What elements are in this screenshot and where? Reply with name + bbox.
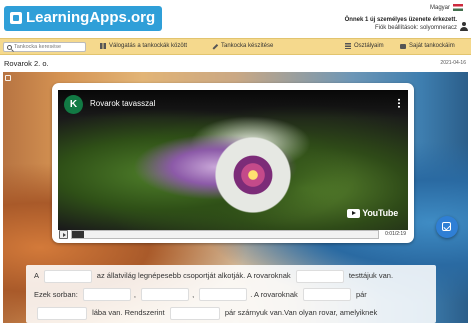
language-selector[interactable]: Magyar — [430, 4, 463, 11]
youtube-play-icon — [347, 208, 361, 218]
play-button[interactable] — [59, 230, 68, 239]
class-icon — [345, 43, 351, 49]
nav-create-app-label: Tankocka készítése — [221, 43, 274, 49]
cloze-text: . A rovaroknak — [250, 289, 298, 299]
checkmark-icon — [442, 222, 451, 231]
video-controls: 0:01/2:19 — [58, 229, 408, 240]
user-icon[interactable] — [460, 22, 468, 31]
nav-create-app[interactable]: Tankocka készítése — [211, 42, 274, 50]
main-navbar: Tankocka keresése Válogatás a tankockák … — [0, 38, 471, 55]
youtube-video[interactable]: K Rovarok tavasszal YouTube — [58, 90, 408, 230]
cloze-text: pár szárnyuk van.Van olyan rovar, amelyi… — [224, 308, 378, 317]
answer-gap[interactable] — [82, 288, 131, 302]
cloze-line-3: lába van. Rendszerint pár szárnyuk van.V… — [34, 304, 428, 323]
answer-gap[interactable] — [302, 288, 351, 302]
pencil-icon — [211, 42, 219, 50]
answer-gap[interactable] — [169, 306, 220, 320]
video-frame-flower — [208, 130, 298, 220]
cloze-text: A — [34, 271, 39, 280]
video-time: 0:01/2:19 — [385, 231, 406, 237]
search-placeholder: Tankocka keresése — [14, 44, 62, 50]
cloze-text: Ezek sorban: — [34, 289, 78, 299]
cloze-text: , — [192, 289, 195, 299]
hungarian-flag-icon — [453, 4, 463, 11]
answer-gap[interactable] — [295, 269, 344, 283]
logo-text: LearningApps.org — [26, 9, 156, 26]
nav-my-classes[interactable]: Osztályaim — [345, 43, 384, 49]
cloze-text: az állatvilág legnépesebb csoportját alk… — [96, 271, 291, 280]
nav-browse-apps-label: Válogatás a tankockák között — [109, 43, 188, 49]
answer-gap[interactable] — [199, 288, 248, 302]
nav-my-apps[interactable]: Saját tankockáim — [400, 43, 455, 49]
more-options-icon[interactable] — [398, 98, 400, 108]
cloze-text-panel: A az állatvilág legnépesebb csoportját a… — [26, 265, 436, 323]
nav-browse-apps[interactable]: Válogatás a tankockák között — [100, 43, 187, 49]
page-title: Rovarok 2. o. — [4, 59, 49, 68]
app-stage: K Rovarok tavasszal YouTube 0:01/2:19 A … — [3, 72, 468, 323]
check-answers-button[interactable] — [436, 216, 458, 238]
search-input[interactable]: Tankocka keresése — [3, 42, 86, 52]
app-date: 2021-04-16 — [440, 60, 466, 66]
cloze-text: lába van. Rendszerint — [92, 308, 165, 317]
answer-gap[interactable] — [43, 269, 92, 283]
logo-mark-icon — [10, 12, 22, 24]
site-header: LearningApps.org Magyar Önnek 1 új szemé… — [0, 0, 471, 38]
app-title-row: Rovarok 2. o. 2021-04-16 — [0, 56, 471, 72]
answer-gap[interactable] — [37, 306, 87, 320]
nav-my-apps-label: Saját tankockáim — [409, 43, 455, 49]
learningapps-logo[interactable]: LearningApps.org — [4, 6, 162, 31]
cloze-text: pár — [355, 289, 367, 299]
cloze-line-1: A az állatvilág legnépesebb csoportját a… — [34, 267, 428, 286]
nav-my-classes-label: Osztályaim — [354, 43, 384, 49]
answer-gap[interactable] — [141, 288, 190, 302]
video-progress-bar[interactable] — [71, 230, 379, 239]
youtube-logo[interactable]: YouTube — [347, 208, 398, 218]
folder-icon — [400, 43, 406, 49]
youtube-brand: YouTube — [362, 208, 398, 218]
grid-icon — [100, 43, 106, 49]
channel-avatar[interactable]: K — [64, 95, 83, 114]
video-progress-fill — [72, 231, 85, 238]
fullscreen-icon[interactable] — [5, 75, 11, 81]
video-title[interactable]: Rovarok tavasszal — [90, 99, 155, 108]
cloze-text: , — [133, 289, 136, 299]
video-card: K Rovarok tavasszal YouTube 0:01/2:19 — [52, 83, 414, 243]
cloze-line-2: Ezek sorban: , , . A rovaroknak pár — [34, 286, 428, 305]
language-label: Magyar — [429, 4, 450, 11]
search-icon — [7, 45, 12, 50]
cloze-text: testtájuk van. — [348, 271, 394, 280]
account-settings-link[interactable]: Fiók beállítások: solyomneracz — [375, 25, 457, 31]
message-notice-link[interactable]: Önnek 1 új személyes üzenete érkezett. — [345, 17, 457, 23]
